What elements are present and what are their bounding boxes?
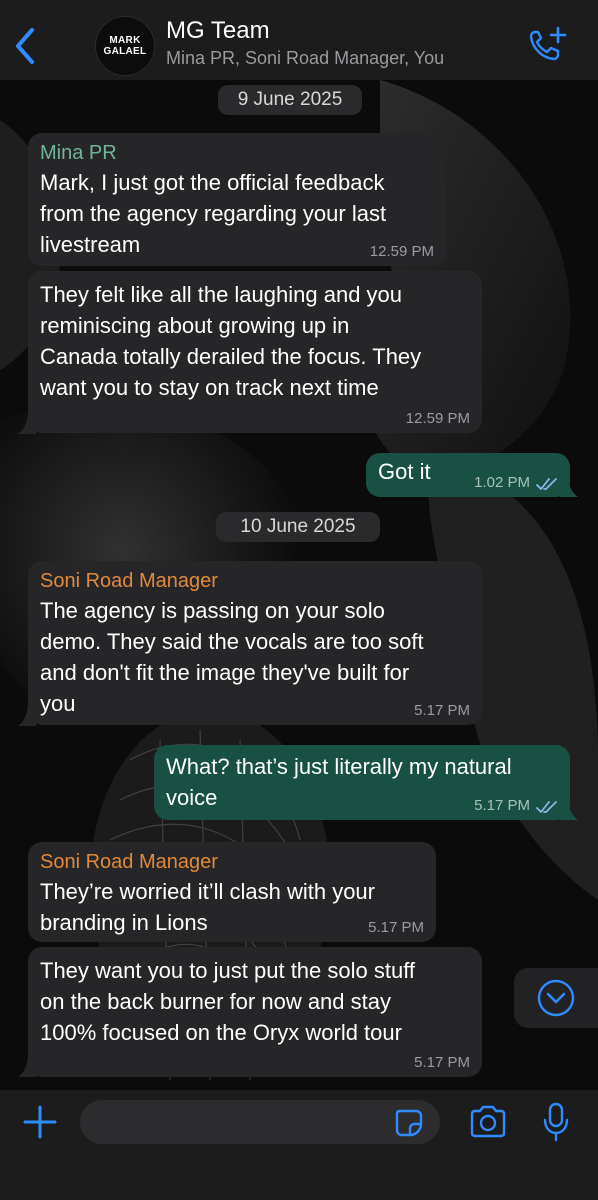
double-check-icon bbox=[536, 801, 557, 813]
message-bubble-outgoing[interactable]: What? that’s just literally my natural v… bbox=[154, 745, 570, 820]
message-text: They’re worried it’ll clash with your br… bbox=[40, 879, 375, 935]
message-time: 12.59 PM bbox=[405, 410, 470, 427]
chevron-down-circle-icon bbox=[537, 979, 575, 1017]
message-bubble-incoming[interactable]: They felt like all the laughing and you … bbox=[28, 271, 482, 433]
plus-icon[interactable] bbox=[22, 1104, 58, 1140]
message-text: They felt like all the laughing and you … bbox=[40, 282, 422, 400]
microphone-icon[interactable] bbox=[540, 1102, 572, 1142]
message-time: 1.02 PM bbox=[474, 474, 530, 491]
composer-bar bbox=[0, 1090, 598, 1200]
scroll-to-bottom-button[interactable] bbox=[514, 968, 598, 1028]
message-sender: Mina PR bbox=[40, 142, 117, 164]
chat-members[interactable]: Mina PR, Soni Road Manager, You bbox=[166, 48, 444, 69]
message-bubble-outgoing[interactable]: Got it 1.02 PM bbox=[366, 453, 570, 497]
group-avatar[interactable]: MARK GALAEL bbox=[95, 16, 155, 76]
message-text: They want you to just put the solo stuff… bbox=[40, 958, 416, 1045]
message-time: 5.17 PM bbox=[414, 1054, 470, 1071]
message-time: 5.17 PM bbox=[474, 797, 530, 814]
sticker-icon[interactable] bbox=[394, 1108, 424, 1138]
message-text: The agency is passing on your solo demo.… bbox=[40, 598, 424, 716]
chevron-left-icon[interactable] bbox=[10, 24, 40, 68]
chat-header: MARK GALAEL MG Team Mina PR, Soni Road M… bbox=[0, 0, 598, 80]
message-time: 12.59 PM bbox=[369, 243, 434, 260]
message-bubble-incoming[interactable]: Mina PR Mark, I just got the official fe… bbox=[28, 133, 446, 266]
message-time: 5.17 PM bbox=[414, 702, 470, 719]
bubble-tail bbox=[18, 410, 36, 434]
message-sender: Soni Road Manager bbox=[40, 851, 218, 873]
message-bubble-incoming[interactable]: Soni Road Manager They’re worried it’ll … bbox=[28, 842, 436, 942]
message-bubble-incoming[interactable]: Soni Road Manager The agency is passing … bbox=[28, 561, 482, 725]
phone-plus-icon[interactable] bbox=[526, 24, 568, 64]
date-separator: 9 June 2025 bbox=[218, 85, 362, 115]
bubble-tail bbox=[560, 798, 578, 820]
message-input[interactable] bbox=[80, 1100, 440, 1144]
avatar-text-line1: MARK bbox=[109, 35, 141, 46]
message-time: 5.17 PM bbox=[368, 919, 424, 936]
chat-title[interactable]: MG Team bbox=[166, 17, 270, 45]
avatar-text-line2: GALAEL bbox=[103, 46, 147, 57]
bubble-tail bbox=[560, 475, 578, 497]
message-sender: Soni Road Manager bbox=[40, 570, 218, 592]
bubble-tail bbox=[18, 702, 36, 726]
double-check-icon bbox=[536, 478, 557, 490]
date-separator: 10 June 2025 bbox=[216, 512, 380, 542]
camera-icon[interactable] bbox=[468, 1104, 508, 1140]
message-bubble-incoming[interactable]: They want you to just put the solo stuff… bbox=[28, 947, 482, 1077]
message-text: Got it bbox=[378, 459, 431, 484]
bubble-tail bbox=[18, 1053, 36, 1077]
